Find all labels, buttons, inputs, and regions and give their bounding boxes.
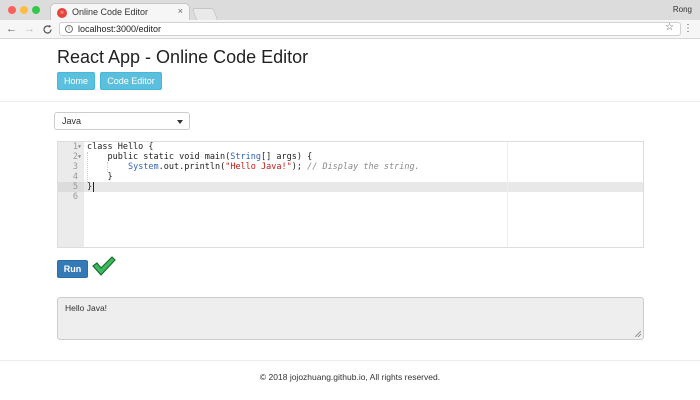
browser-toolbar: ← → i localhost:3000/editor ☆ ⋮: [0, 20, 700, 39]
line-number: 5: [72, 182, 78, 192]
profile-name[interactable]: Rong: [673, 5, 692, 14]
fold-arrow-icon[interactable]: ▼: [78, 152, 81, 162]
checkmark-icon: [91, 255, 117, 282]
active-line-highlight: [84, 182, 643, 192]
code-line: class Hello {: [87, 142, 154, 152]
reload-icon[interactable]: [42, 22, 53, 39]
line-number: 2: [72, 152, 78, 162]
code-token: // Display the string.: [307, 162, 420, 172]
language-selected-value: Java: [62, 116, 82, 126]
code-token: public static void main(: [87, 152, 231, 162]
code-line: }: [87, 182, 92, 192]
browser-menu-icon[interactable]: ⋮: [683, 22, 693, 36]
language-select[interactable]: Java: [54, 112, 190, 130]
code-token: );: [291, 162, 308, 172]
site-info-icon[interactable]: i: [65, 25, 73, 33]
code-line: System.out.println("Hello Java!"); // Di…: [87, 162, 420, 172]
resize-handle-icon[interactable]: [635, 331, 641, 337]
code-token: String: [230, 152, 262, 162]
home-button[interactable]: Home: [57, 72, 95, 90]
chevron-down-icon: [177, 120, 183, 124]
code-token: System: [127, 162, 159, 172]
code-line: public static void main(String[] args) {: [87, 152, 312, 162]
tab-close-icon[interactable]: ×: [178, 6, 183, 16]
address-bar[interactable]: i localhost:3000/editor ☆: [59, 22, 681, 36]
code-token: "Hello Java!": [225, 162, 292, 172]
code-token: [] args) {: [261, 152, 313, 162]
tab-title: Online Code Editor: [72, 7, 149, 17]
maximize-window-button[interactable]: [32, 6, 40, 14]
react-favicon-icon: ⚛: [57, 8, 67, 18]
code-token: .out.println(: [158, 162, 226, 172]
code-token: }: [87, 182, 93, 192]
minimize-window-button[interactable]: [20, 6, 28, 14]
print-margin: [507, 142, 508, 247]
code-line: }: [87, 172, 113, 182]
page-title: React App - Online Code Editor: [57, 47, 309, 67]
code-editor[interactable]: 1 ▼ 2 ▼ 3 4 5 6 class Hello { public static void…: [57, 141, 644, 248]
url-text: localhost:3000/editor: [78, 24, 162, 34]
footer-divider: [0, 360, 700, 361]
output-textarea[interactable]: Hello Java!: [57, 297, 644, 340]
browser-tab-bar: ⚛ Online Code Editor × Rong: [0, 0, 700, 21]
output-text: Hello Java!: [65, 303, 108, 313]
line-number: 6: [72, 192, 78, 202]
line-number: 3: [72, 162, 78, 172]
close-window-button[interactable]: [8, 6, 16, 14]
line-number: 4: [72, 172, 78, 182]
header-divider: [0, 101, 700, 102]
fold-arrow-icon[interactable]: ▼: [78, 142, 81, 152]
forward-arrow-icon[interactable]: →: [24, 22, 35, 36]
code-token: class Hello {: [87, 142, 154, 152]
footer-copyright: © 2018 jojozhuang.github.io, All rights …: [259, 372, 441, 382]
line-number: 1: [72, 142, 78, 152]
browser-tab[interactable]: ⚛ Online Code Editor ×: [50, 3, 190, 21]
text-cursor: [93, 182, 94, 192]
code-editor-button[interactable]: Code Editor: [100, 72, 162, 90]
code-token: }: [87, 172, 113, 182]
back-arrow-icon[interactable]: ←: [6, 22, 17, 36]
run-button[interactable]: Run: [57, 260, 88, 278]
bookmark-star-icon[interactable]: ☆: [665, 22, 674, 33]
